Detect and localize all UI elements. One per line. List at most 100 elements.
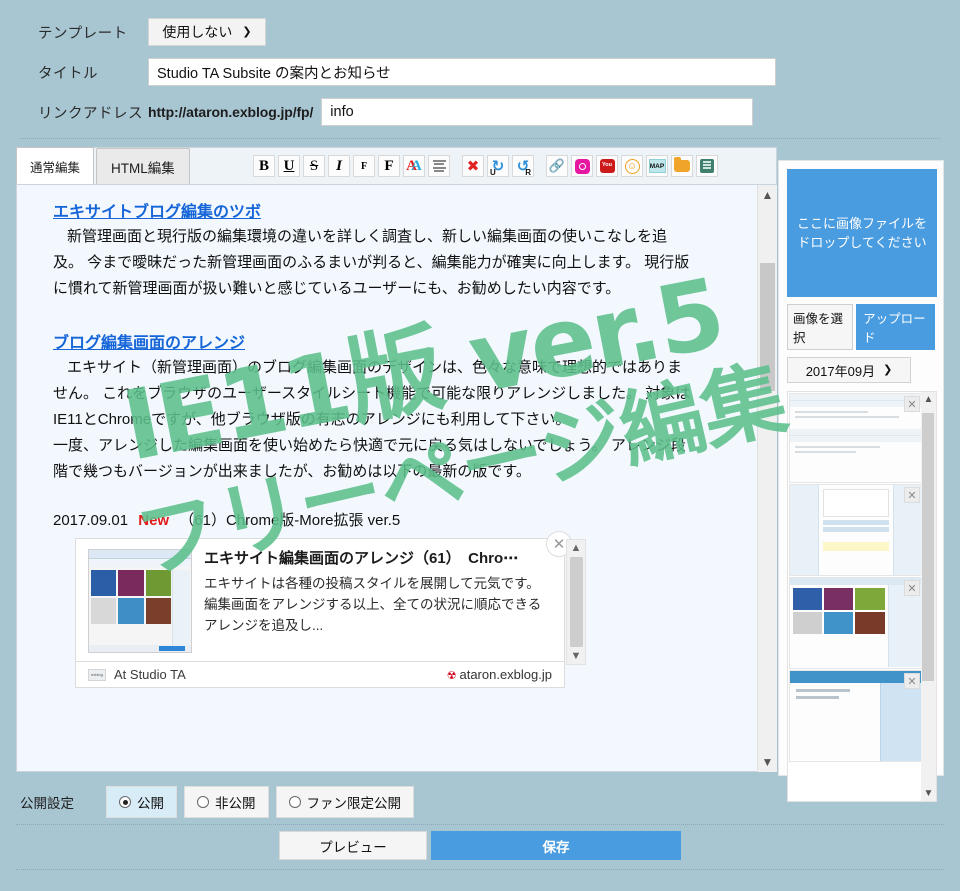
link-address-label: リンクアドレス — [38, 105, 143, 122]
instagram-icon[interactable] — [571, 155, 593, 177]
thumbnail-1[interactable]: ✕ — [789, 393, 923, 483]
embed-thumbnail — [88, 549, 192, 653]
youtube-icon[interactable]: You — [596, 155, 618, 177]
redo-icon[interactable]: ↺ R — [512, 155, 534, 177]
thumbnail-image — [790, 394, 922, 482]
tab-normal-edit[interactable]: 通常編集 — [16, 147, 95, 184]
top-divider — [20, 138, 940, 139]
link-address-row: リンクアドレス http://ataron.exblog.jp/fp/ — [0, 98, 960, 126]
template-label: テンプレート — [38, 25, 128, 42]
font-size-small-icon[interactable]: F — [353, 155, 375, 177]
undo-icon[interactable]: ↻ U — [487, 155, 509, 177]
radio-private[interactable]: 非公開 — [184, 786, 269, 818]
folder-icon[interactable] — [671, 155, 693, 177]
embed-site-name: At Studio TA — [114, 667, 186, 682]
map-icon[interactable]: MAP — [646, 155, 668, 177]
radio-public[interactable]: 公開 — [106, 786, 177, 818]
italic-icon[interactable]: I — [328, 155, 350, 177]
thumbnail-4[interactable]: ✕ — [789, 670, 923, 762]
scrollbar-track[interactable] — [758, 205, 777, 752]
version-date: 2017.09.01 — [53, 512, 129, 529]
editor-tabs: 通常編集 HTML編集 — [16, 147, 190, 184]
editor-document[interactable]: エキサイトブログ編集のツボ 新管理画面と現行版の編集環境の違いを詳しく調査し、新… — [17, 185, 757, 770]
embed-card-scrollbar[interactable]: ▲ ▼ — [566, 539, 586, 665]
embed-domain-wrap: ☢ ataron.exblog.jp — [447, 667, 552, 682]
link-icon[interactable]: 🔗 — [546, 155, 568, 177]
thumbnail-delete-icon[interactable]: ✕ — [904, 673, 920, 689]
publish-settings-label: 公開設定 — [20, 796, 74, 811]
page-settings-form: テンプレート 使用しない ❯ タイトル リンクアドレス http://ataro… — [0, 0, 960, 126]
image-dropzone[interactable]: ここに画像ファイルを ドロップしてください — [787, 169, 937, 297]
favicon-icon: exblog — [88, 668, 106, 681]
chevron-down-icon: ❯ — [242, 25, 252, 38]
radio-icon — [288, 796, 301, 808]
upload-button[interactable]: アップロード — [856, 304, 935, 350]
version-line: 2017.09.01 New （61）Chrome版-More拡張 ver.5 — [53, 509, 747, 530]
editor-canvas[interactable]: エキサイトブログ編集のツボ 新管理画面と現行版の編集環境の違いを詳しく調査し、新… — [16, 185, 777, 772]
thumbnail-delete-icon[interactable]: ✕ — [904, 396, 920, 412]
radio-private-label: 非公開 — [215, 796, 256, 811]
embed-domain: ataron.exblog.jp — [459, 667, 552, 682]
scroll-up-icon[interactable]: ▲ — [924, 392, 934, 407]
title-input[interactable] — [148, 58, 776, 86]
select-image-button[interactable]: 画像を選択 — [787, 304, 854, 350]
strikethrough-icon[interactable]: S — [303, 155, 325, 177]
scroll-down-icon[interactable]: ▼ — [571, 648, 582, 664]
embedded-link-card[interactable]: エキサイト編集画面のアレンジ（61） Chro⋯ エキサイトは各種の投稿スタイル… — [75, 531, 586, 665]
editor-scrollbar[interactable]: ▲ ▼ — [757, 185, 777, 772]
title-row: タイトル — [0, 58, 960, 86]
scrollbar-thumb[interactable] — [922, 413, 934, 681]
version-text: （61）Chrome版-More拡張 ver.5 — [179, 512, 401, 529]
slug-input[interactable] — [321, 98, 754, 126]
thumbnail-image — [790, 671, 922, 761]
doc-paragraph-2: エキサイト（新管理画面）のブログ編集画面のデザインは、色々な意味で理想的ではあり… — [53, 359, 691, 428]
month-select[interactable]: 2017年09月 ❯ — [787, 357, 911, 383]
thumbnail-delete-icon[interactable]: ✕ — [904, 487, 920, 503]
radio-fans-only[interactable]: ファン限定公開 — [275, 786, 414, 818]
month-select-value: 2017年09月 — [805, 363, 876, 379]
scrollbar-thumb[interactable] — [569, 557, 583, 647]
bottom-divider — [16, 824, 944, 825]
action-buttons-row: プレビュー 保存 — [0, 831, 960, 860]
image-panel: ここに画像ファイルを ドロップしてください 画像を選択 アップロード 2017年… — [778, 160, 944, 802]
scrollbar-thumb[interactable] — [760, 263, 775, 391]
scroll-up-icon[interactable]: ▲ — [762, 185, 774, 205]
scroll-down-icon[interactable]: ▼ — [762, 752, 774, 772]
doc-paragraph-1: 新管理画面と現行版の編集環境の違いを詳しく調査し、新しい編集画面の使いこなしを追… — [53, 228, 690, 297]
underline-icon[interactable]: U — [278, 155, 300, 177]
book-icon[interactable] — [696, 155, 718, 177]
clear-format-icon[interactable]: ✖ — [462, 155, 484, 177]
scrollbar-track[interactable] — [921, 407, 936, 786]
text-color-icon[interactable]: AA — [403, 155, 425, 177]
publish-settings-row: 公開設定 公開 非公開 ファン限定公開 — [0, 786, 960, 818]
scroll-up-icon[interactable]: ▲ — [571, 540, 582, 556]
doc-heading-1[interactable]: エキサイトブログ編集のツボ — [53, 198, 261, 222]
new-badge: New — [138, 512, 170, 529]
embed-text-block: エキサイト編集画面のアレンジ（61） Chro⋯ エキサイトは各種の投稿スタイル… — [204, 549, 549, 653]
bold-icon[interactable]: B — [253, 155, 275, 177]
align-icon[interactable] — [428, 155, 450, 177]
template-select[interactable]: 使用しない ❯ — [148, 18, 266, 46]
font-size-large-icon[interactable]: F — [378, 155, 400, 177]
doc-heading-2[interactable]: ブログ編集画面のアレンジ — [53, 329, 245, 353]
thumbnail-list[interactable]: ✕ ✕ ✕ ✕ ▲ ▼ — [787, 391, 937, 802]
embed-footer: exblog At Studio TA ☢ ataron.exblog.jp — [75, 662, 565, 688]
template-select-value: 使用しない — [162, 24, 233, 40]
thumbnail-image — [790, 578, 922, 668]
thumbnail-scrollbar[interactable]: ▲ ▼ — [921, 392, 936, 801]
upload-controls: 画像を選択 アップロード — [787, 304, 935, 350]
url-prefix: http://ataron.exblog.jp/fp/ — [148, 104, 314, 120]
doc-paragraph-3: 一度、アレンジした編集画面を使い始めたら快適で元に戻る気はしないでしょう。 アレ… — [53, 437, 686, 480]
embed-description: エキサイトは各種の投稿スタイルを展開して元気です。 編集画面をアレンジする以上、… — [204, 576, 542, 633]
chevron-down-icon: ❯ — [883, 363, 893, 376]
thumbnail-2[interactable]: ✕ — [789, 484, 923, 576]
radio-icon — [197, 796, 209, 808]
save-button[interactable]: 保存 — [431, 831, 681, 860]
emoji-icon[interactable]: ☺ — [621, 155, 643, 177]
thumbnail-3[interactable]: ✕ — [789, 577, 923, 669]
tab-html-edit[interactable]: HTML編集 — [96, 148, 190, 184]
embed-title[interactable]: エキサイト編集画面のアレンジ（61） Chro⋯ — [204, 549, 544, 569]
exblog-mark-icon: ☢ — [446, 670, 457, 682]
thumbnail-delete-icon[interactable]: ✕ — [904, 580, 920, 596]
preview-button[interactable]: プレビュー — [279, 831, 427, 860]
